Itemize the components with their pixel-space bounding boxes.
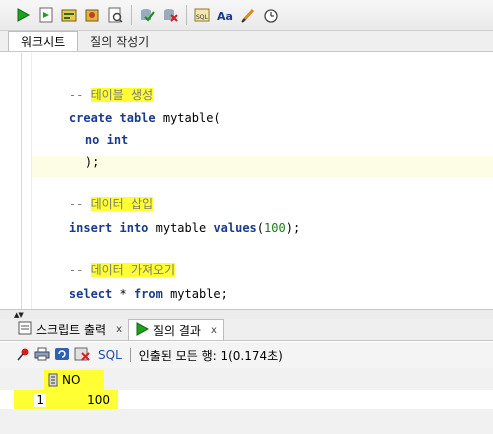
keyword: select <box>68 287 113 301</box>
tab-script-output[interactable]: 스크립트 출력 x <box>12 319 128 340</box>
tab-label: 스크립트 출력 <box>36 323 107 337</box>
code-line-comment-create: -- 테이블 생성 <box>40 68 154 102</box>
keyword: from <box>133 287 163 301</box>
code-text: ( <box>256 221 265 235</box>
sql-editor[interactable]: -- 테이블 생성 create table mytable( no int )… <box>0 53 493 309</box>
code-text: mytable <box>148 221 214 235</box>
script-output-icon <box>18 321 32 338</box>
commit-icon[interactable] <box>137 6 156 25</box>
code-text: mytable; <box>162 287 228 301</box>
code-line-create-table: create table mytable( <box>40 91 221 125</box>
number-literal: 100 <box>264 221 286 235</box>
code-text: ); <box>84 155 100 169</box>
keyword: insert <box>68 221 113 235</box>
result-toolbar: SQL 인출된 모든 행: 1(0.174초) <box>0 342 493 368</box>
to-upper-lower-icon[interactable]: Aa <box>215 6 234 25</box>
fetch-status: 인출된 모든 행: 1(0.174초) <box>138 348 283 363</box>
row-number-label: 1 <box>34 392 46 407</box>
close-icon[interactable]: x <box>211 325 217 336</box>
code-line-comment-select: -- 데이터 가져오기 <box>40 243 176 277</box>
run-statement-icon[interactable] <box>13 6 32 25</box>
tab-query-result[interactable]: 질의 결과 x <box>127 319 224 340</box>
table-row[interactable]: 1 100 <box>14 390 493 409</box>
keyword: values <box>213 221 257 235</box>
svg-text:Aa: Aa <box>217 10 233 23</box>
code-line-insert: insert into mytable values(100); <box>40 201 300 235</box>
code-line-select: select * from mytable; <box>40 267 228 301</box>
code-text: ); <box>285 221 301 235</box>
primary-key-icon <box>48 373 58 390</box>
sql-history-icon[interactable] <box>261 6 280 25</box>
toolbar-separator <box>131 5 132 25</box>
column-header-no[interactable]: NO <box>44 370 104 390</box>
row-selector[interactable] <box>0 390 14 409</box>
toolbar-separator <box>186 5 187 25</box>
autotrace-icon[interactable] <box>59 6 78 25</box>
editor-gutter <box>21 53 22 309</box>
row-number: 1 <box>14 390 54 409</box>
table-cell[interactable]: 100 <box>54 390 118 409</box>
cancel-query-icon[interactable] <box>74 347 90 364</box>
close-icon[interactable]: x <box>116 324 122 335</box>
pin-icon[interactable] <box>16 347 30 364</box>
code-text: mytable( <box>155 111 221 125</box>
print-icon[interactable] <box>34 347 50 364</box>
collapse-arrows-icon[interactable]: ▲▼ <box>14 312 24 319</box>
explain-plan-icon[interactable] <box>82 6 101 25</box>
result-grid[interactable]: NO 1 100 <box>0 368 493 434</box>
clear-icon[interactable] <box>238 6 257 25</box>
sql-tuning-icon[interactable] <box>105 6 124 25</box>
keyword: int <box>106 133 129 147</box>
editor-gutter-divider <box>31 53 32 309</box>
run-script-icon[interactable] <box>36 6 55 25</box>
tab-label: 질의 결과 <box>152 323 201 338</box>
toolbar-separator <box>129 348 131 362</box>
tab-query-builder[interactable]: 질의 작성기 <box>78 31 161 51</box>
code-line-comment-insert: -- 데이터 삽입 <box>40 177 154 211</box>
column-header-label: NO <box>62 373 81 387</box>
rollback-icon[interactable] <box>160 6 179 25</box>
keyword: into <box>119 221 149 235</box>
editor-tabs: 워크시트 질의 작성기 <box>0 31 493 52</box>
main-toolbar: SQL Aa <box>0 0 493 31</box>
unshared-sql-icon[interactable]: SQL <box>192 6 211 25</box>
run-statement-icon <box>135 321 150 339</box>
code-line-close-paren: ); <box>56 135 99 169</box>
svg-text:SQL: SQL <box>196 14 209 21</box>
sql-button[interactable]: SQL <box>98 348 122 362</box>
refresh-icon[interactable] <box>54 347 70 364</box>
code-line-column-def: no int <box>56 113 128 147</box>
current-line-highlight <box>32 156 493 177</box>
output-tabs: 스크립트 출력 x 질의 결과 x <box>0 319 493 341</box>
tab-worksheet[interactable]: 워크시트 <box>8 31 79 51</box>
code-text: * <box>112 287 134 301</box>
panel-splitter[interactable]: ▲▼ <box>0 309 493 319</box>
